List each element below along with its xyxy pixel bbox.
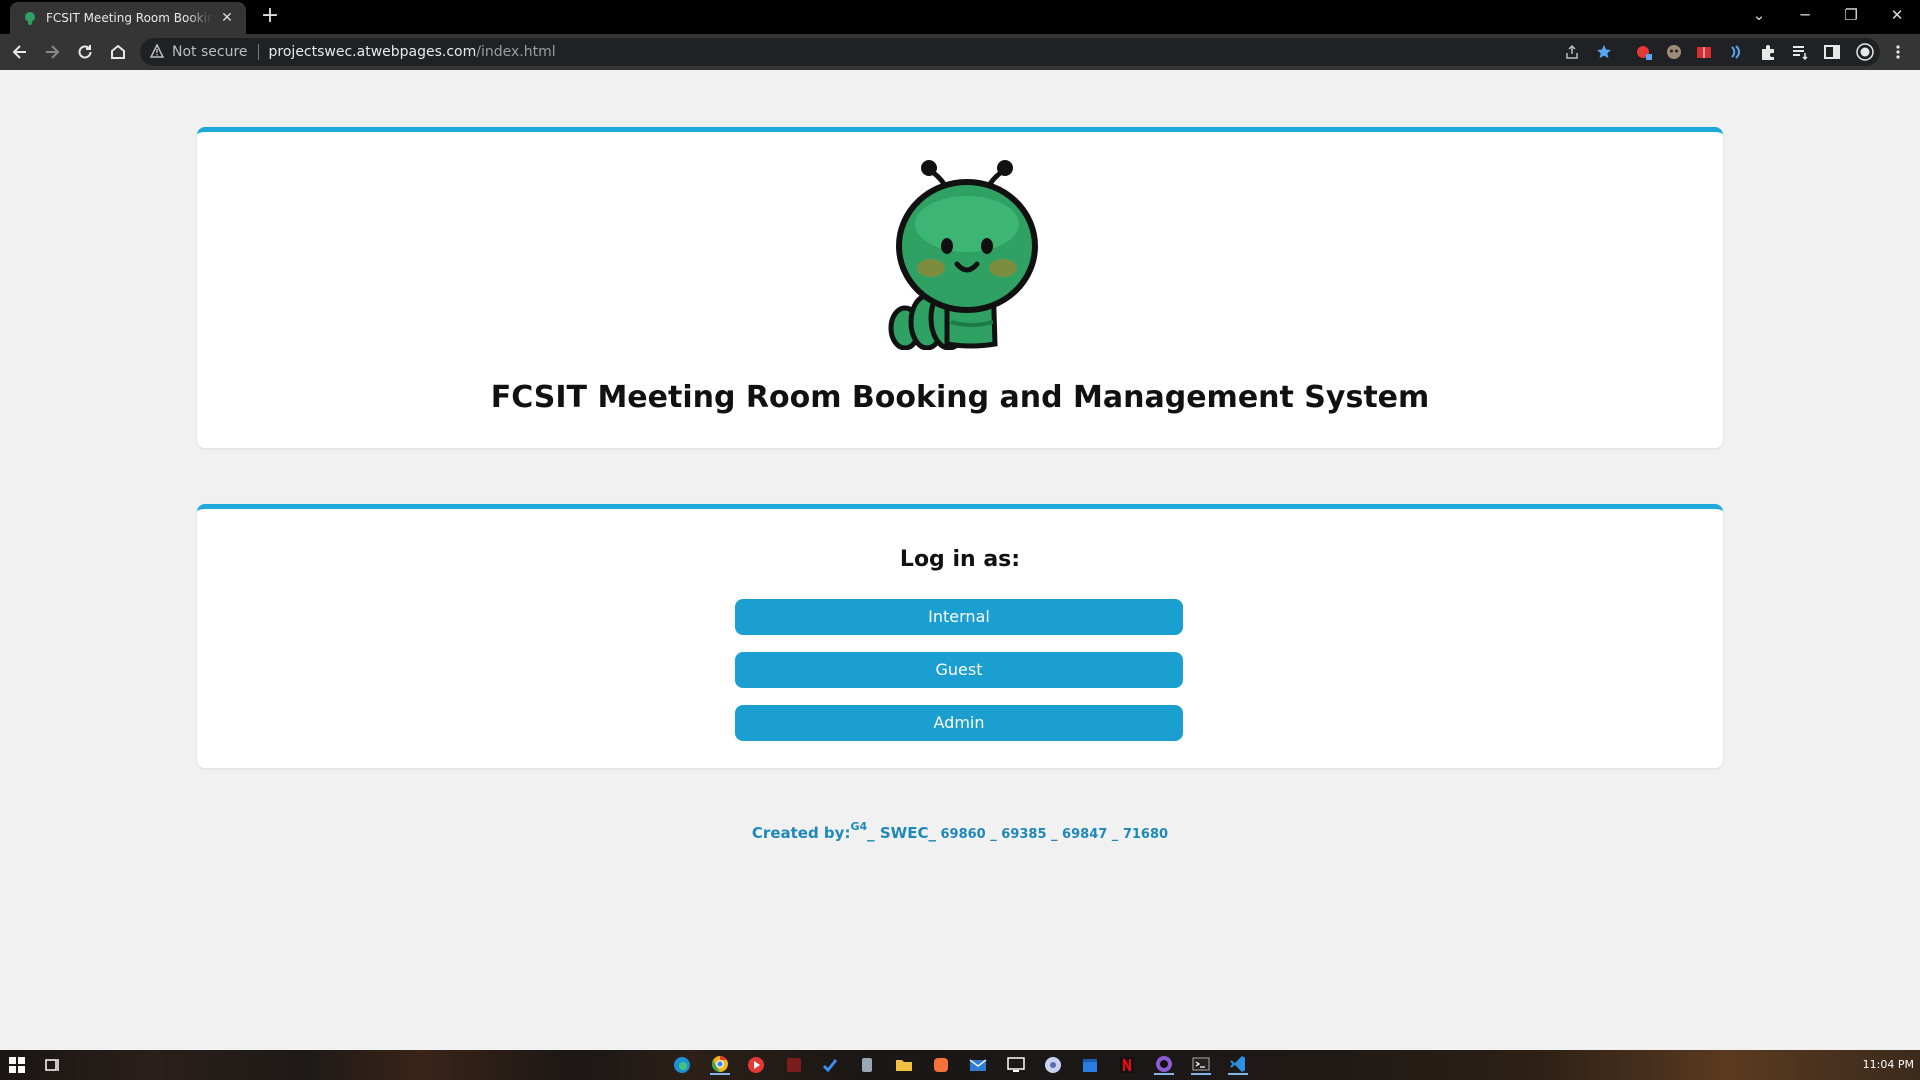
taskbar-app-dark-red-icon[interactable] <box>784 1055 804 1075</box>
footer-credits: Created by:G4_ SWEC_ 69860 _ 69385 _ 698… <box>0 820 1920 842</box>
browser-tab[interactable]: FCSIT Meeting Room Booking and Managemen… <box>10 2 246 34</box>
back-icon[interactable] <box>8 40 32 64</box>
login-card: Log in as: Internal Guest Admin <box>197 504 1723 768</box>
github-desktop-icon[interactable] <box>1154 1055 1174 1075</box>
terminal-icon[interactable] <box>1191 1055 1211 1075</box>
home-icon[interactable] <box>106 40 130 64</box>
login-heading: Log in as: <box>899 547 1021 572</box>
footer-student-ids: 69860 _ 69385 _ 69847 _ 71680 <box>935 827 1169 842</box>
footer-label: Created by: <box>751 824 851 842</box>
minimize-button[interactable]: ─ <box>1782 0 1828 30</box>
footer-course-code: _ SWEC_ <box>867 824 936 842</box>
tab-search-icon[interactable]: ⌄ <box>1736 0 1782 30</box>
remote-desktop-icon[interactable] <box>1006 1055 1026 1075</box>
page-content: FCSIT Meeting Room Booking and Managemen… <box>0 70 1920 1050</box>
forward-icon[interactable] <box>40 40 64 64</box>
close-window-button[interactable]: ✕ <box>1874 0 1920 30</box>
windows-taskbar: 11:04 PM <box>0 1050 1920 1080</box>
address-bar[interactable]: Not secure projectswec.atwebpages.com/in… <box>140 38 1880 66</box>
internal-login-button[interactable]: Internal <box>735 599 1183 635</box>
extension-waves-icon[interactable] <box>1724 40 1748 64</box>
warning-icon[interactable] <box>149 42 165 62</box>
file-explorer-icon[interactable] <box>894 1055 914 1075</box>
taskbar-orange-app-icon[interactable] <box>931 1055 951 1075</box>
reading-list-icon[interactable] <box>1788 40 1812 64</box>
admin-login-button[interactable]: Admin <box>735 705 1183 741</box>
share-icon[interactable] <box>1560 40 1584 64</box>
url-host: projectswec.atwebpages.com <box>268 44 477 60</box>
netflix-icon[interactable] <box>1117 1055 1137 1075</box>
profile-avatar-icon[interactable] <box>1853 40 1877 64</box>
taskbar-clock[interactable]: 11:04 PM <box>1863 1058 1914 1071</box>
extensions-puzzle-icon[interactable] <box>1756 40 1780 64</box>
page-title: FCSIT Meeting Room Booking and Managemen… <box>490 380 1430 415</box>
caterpillar-mascot-icon <box>888 160 1038 350</box>
extension-book-icon[interactable] <box>1692 40 1716 64</box>
tab-close-icon[interactable]: ✕ <box>218 10 236 26</box>
reload-icon[interactable] <box>73 40 97 64</box>
url-path: /index.html <box>476 44 556 60</box>
browser-tab-bar: FCSIT Meeting Room Booking and Managemen… <box>0 0 1920 34</box>
tab-title: FCSIT Meeting Room Booking and Managemen… <box>46 11 212 25</box>
extension-red-icon[interactable] <box>1632 40 1656 64</box>
footer-group-superscript: G4 <box>850 820 868 833</box>
media-player-icon[interactable] <box>746 1055 766 1075</box>
security-status[interactable]: Not secure <box>172 44 248 60</box>
guest-login-button[interactable]: Guest <box>735 652 1183 688</box>
site-favicon-icon <box>22 10 38 26</box>
address-divider <box>257 44 259 60</box>
calendar-icon[interactable] <box>1080 1055 1100 1075</box>
taskbar-utility-icon[interactable] <box>857 1055 877 1075</box>
restore-button[interactable]: ❐ <box>1828 0 1874 30</box>
vscode-icon[interactable] <box>1228 1055 1248 1075</box>
chrome-browser-icon[interactable] <box>710 1055 730 1075</box>
browser-menu-icon[interactable] <box>1886 40 1910 64</box>
bookmark-star-icon[interactable] <box>1592 40 1616 64</box>
browser-toolbar: Not secure projectswec.atwebpages.com/in… <box>0 34 1920 70</box>
mail-icon[interactable] <box>968 1055 988 1075</box>
windows-start-icon[interactable] <box>7 1055 27 1075</box>
taskbar-music-icon[interactable] <box>1043 1055 1063 1075</box>
edge-browser-icon[interactable] <box>672 1055 692 1075</box>
header-card: FCSIT Meeting Room Booking and Managemen… <box>197 127 1723 448</box>
task-view-icon[interactable] <box>43 1055 63 1075</box>
todo-check-icon[interactable] <box>820 1055 840 1075</box>
side-panel-icon[interactable] <box>1820 40 1844 64</box>
extension-mask-icon[interactable] <box>1662 40 1686 64</box>
new-tab-button[interactable]: + <box>258 4 282 28</box>
